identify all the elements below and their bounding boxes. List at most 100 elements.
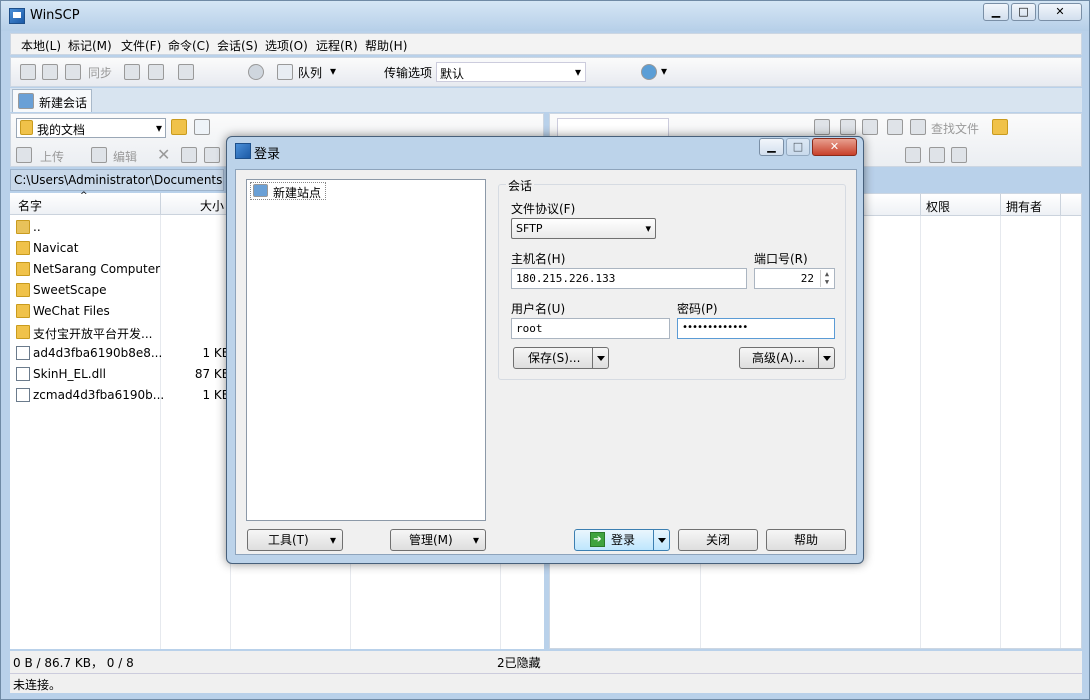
dialog-close-button[interactable]: ✕ [812,138,857,156]
list-item[interactable]: zcmad4d3fba6190b... 1 KB [14,386,230,406]
advanced-button[interactable]: 高级(A)... [739,347,835,369]
column-size[interactable]: 大小 [200,197,224,214]
remote-icon[interactable] [814,119,830,135]
tree-item-new-site[interactable]: 新建站点 [250,182,326,200]
port-spinner-icon[interactable]: ▲ ▼ [820,270,833,287]
tools-button[interactable]: 工具(T) ▾ [247,529,343,551]
menu-help[interactable]: 帮助(H) [365,37,407,54]
username-input[interactable]: root [511,318,670,339]
column-owner[interactable]: 拥有者 [1006,198,1042,215]
tools-dropdown-icon: ▾ [329,533,336,547]
dialog-minimize-button[interactable]: ▁ [759,138,784,156]
login-dialog: 登录 ▁ □ ✕ 新建站点 会话 文件协议(F) SFTP ▾ 主机名(H) 1… [226,136,864,564]
host-input[interactable]: 180.215.226.133 [511,268,747,289]
putty-icon[interactable] [148,64,164,80]
sync-icon[interactable] [65,64,81,80]
upload-icon[interactable] [16,147,32,163]
remote-home-icon[interactable] [840,119,856,135]
remote-refresh-icon[interactable] [862,119,878,135]
password-input[interactable]: ••••••••••••• [677,318,835,339]
monitor-icon [253,184,268,197]
menu-mark[interactable]: 标记(M) [68,37,112,54]
tree-toggle-icon[interactable] [992,119,1008,135]
user-label: 用户名(U) [511,302,566,316]
globe-dropdown-icon[interactable]: ▾ [661,64,667,78]
list-item[interactable]: SkinH_EL.dll 87 KB [14,365,230,385]
tab-new-session[interactable]: 新建会话 [12,89,92,112]
queue-icon [277,64,293,80]
filter-remote-icon[interactable] [951,147,967,163]
preferences-icon[interactable] [178,64,194,80]
properties-icon[interactable] [181,147,197,163]
menu-options[interactable]: 选项(O) [265,37,308,54]
gear-icon[interactable] [248,64,264,80]
folder-icon [16,304,30,318]
tree-icon[interactable] [42,64,58,80]
remove-icon[interactable] [929,147,945,163]
globe-icon[interactable] [641,64,657,80]
compare-icon[interactable] [20,64,36,80]
remote-sync-icon[interactable] [887,119,903,135]
sync-button[interactable]: 同步 [88,64,112,81]
maximize-button[interactable]: □ [1011,3,1036,21]
filter-icon[interactable] [194,119,210,135]
list-item[interactable]: Navicat [14,239,224,259]
transfer-options-value: 默认 [440,67,465,81]
search-icon[interactable] [910,119,926,135]
protocol-value: SFTP [516,222,543,235]
menu-remote[interactable]: 远程(R) [316,37,358,54]
menu-file[interactable]: 文件(F) [121,37,161,54]
login-dropdown-icon[interactable] [653,530,669,550]
list-item[interactable]: .. [14,218,224,238]
login-button[interactable]: ➔ 登录 [574,529,670,551]
menu-local[interactable]: 本地(L) [21,37,61,54]
column-permissions[interactable]: 权限 [926,198,950,215]
local-path: C:\Users\Administrator\Documents\ [14,173,222,187]
menu-session[interactable]: 会话(S) [217,37,258,54]
minimize-button[interactable]: ▁ [983,3,1009,21]
save-button[interactable]: 保存(S)... [513,347,609,369]
add-icon[interactable] [905,147,921,163]
list-item[interactable]: 支付宝开放平台开发... [14,323,224,343]
manage-button[interactable]: 管理(M) ▾ [390,529,486,551]
file-icon [16,346,30,360]
edit-icon[interactable] [91,147,107,163]
queue-dropdown-icon[interactable]: ▾ [330,64,336,78]
upload-button[interactable]: 上传 [40,148,64,165]
terminal-icon[interactable] [124,64,140,80]
help-button[interactable]: 帮助 [766,529,846,551]
close-button[interactable]: ✕ [1038,3,1082,21]
connection-status-bar: 未连接。 [10,673,1082,693]
protocol-select[interactable]: SFTP ▾ [511,218,656,239]
transfer-options-select[interactable]: 默认 ▾ [436,62,586,82]
rename-icon[interactable] [204,147,220,163]
local-location-select[interactable]: 我的文档 ▾ [16,118,166,138]
column-name[interactable]: 名字 [18,197,42,214]
manage-button-label: 管理(M) [409,533,453,547]
list-item[interactable]: SweetScape [14,281,224,301]
chevron-down-icon: ▾ [645,222,651,235]
tab-new-session-label: 新建会话 [39,96,88,110]
password-label: 密码(P) [677,302,718,316]
local-path-bar[interactable]: C:\Users\Administrator\Documents\ [10,169,224,191]
list-item[interactable]: ad4d3fba6190b8e8... 1 KB [14,344,230,364]
edit-button[interactable]: 编辑 [113,148,137,165]
advanced-dropdown-icon[interactable] [818,348,834,368]
save-dropdown-icon[interactable] [592,348,608,368]
remote-location-select[interactable] [557,118,669,138]
dialog-maximize-button[interactable]: □ [786,138,810,156]
port-input[interactable]: 22 ▲ ▼ [754,268,835,289]
delete-icon[interactable]: ✕ [157,145,170,164]
login-dialog-icon [235,143,251,159]
selection-status: 0 B / 86.7 KB， 0 / 8 [13,656,134,670]
close-dialog-button[interactable]: 关闭 [678,529,758,551]
folder-icon [16,262,30,276]
menu-command[interactable]: 命令(C) [168,37,210,54]
queue-button[interactable]: 队列 [298,64,322,81]
find-files-button[interactable]: 查找文件 [931,120,979,137]
save-button-label: 保存(S)... [528,351,581,365]
list-item[interactable]: NetSarang Computer [14,260,224,280]
open-folder-icon[interactable] [171,119,187,135]
list-item[interactable]: WeChat Files [14,302,224,322]
winscp-app-icon [9,8,25,24]
